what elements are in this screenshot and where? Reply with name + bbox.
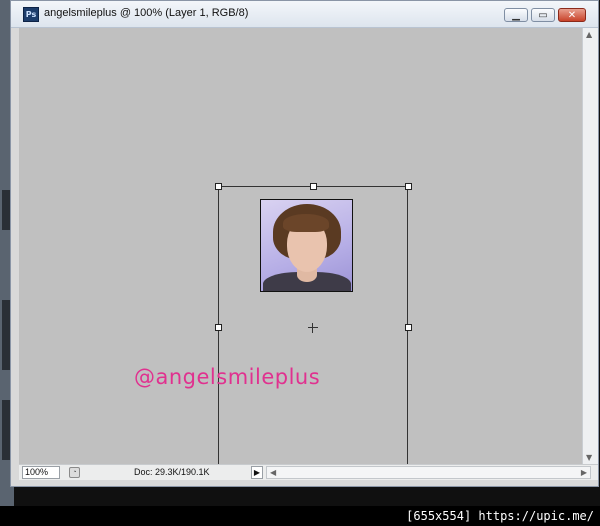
- scroll-up-icon[interactable]: ▲: [586, 30, 592, 39]
- close-button[interactable]: ✕: [558, 8, 586, 22]
- window-controls: ▁ ▭ ✕: [504, 8, 586, 22]
- footer-caption: [655x554] https://upic.me/: [406, 509, 594, 523]
- minimize-button[interactable]: ▁: [504, 8, 528, 22]
- transform-center-point-icon[interactable]: [308, 323, 318, 333]
- status-menu-arrow-icon[interactable]: ▶: [251, 466, 263, 479]
- document-canvas[interactable]: @angelsmileplus: [19, 28, 582, 464]
- status-bar-icon[interactable]: ◔: [69, 467, 80, 478]
- vertical-scrollbar[interactable]: ▲ ▼: [582, 28, 598, 464]
- watermark-text: @angelsmileplus: [134, 365, 321, 389]
- zoom-level-field[interactable]: 100%: [22, 466, 60, 479]
- transform-handle-top-right[interactable]: [405, 183, 412, 190]
- scroll-right-icon[interactable]: ▶: [581, 467, 587, 478]
- maximize-button[interactable]: ▭: [531, 8, 555, 22]
- title-bar[interactable]: Ps angelsmileplus @ 100% (Layer 1, RGB/8…: [11, 1, 598, 28]
- horizontal-scrollbar[interactable]: ◀ ▶: [266, 466, 591, 479]
- photoshop-icon: Ps: [23, 7, 39, 22]
- scroll-down-icon[interactable]: ▼: [586, 453, 592, 462]
- status-bar: 100% ◔ Doc: 29.3K/190.1K ▶ ◀ ▶: [19, 464, 598, 480]
- window-title: angelsmileplus @ 100% (Layer 1, RGB/8): [44, 7, 249, 19]
- image-host-footer: [655x554] https://upic.me/: [0, 506, 600, 526]
- transform-handle-top-center[interactable]: [310, 183, 317, 190]
- document-window: Ps angelsmileplus @ 100% (Layer 1, RGB/8…: [10, 0, 599, 487]
- transform-handle-top-left[interactable]: [215, 183, 222, 190]
- layer-portrait-image[interactable]: [260, 199, 353, 292]
- transform-handle-middle-left[interactable]: [215, 324, 222, 331]
- scroll-left-icon[interactable]: ◀: [270, 467, 276, 478]
- document-size-info: Doc: 29.3K/190.1K: [134, 467, 210, 477]
- transform-handle-middle-right[interactable]: [405, 324, 412, 331]
